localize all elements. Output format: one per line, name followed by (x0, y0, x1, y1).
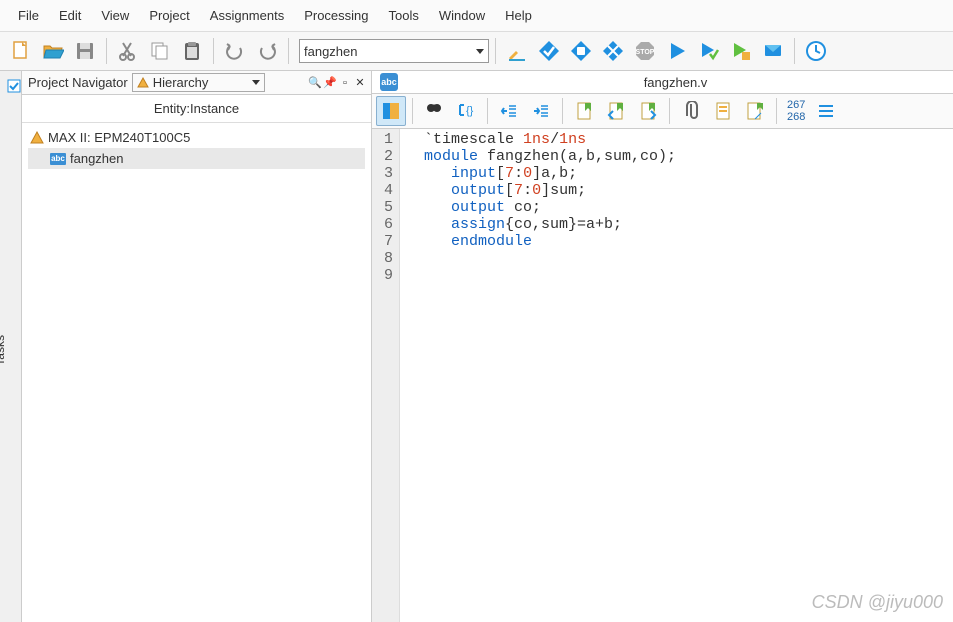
project-navigator-pane: Project Navigator Hierarchy 🔍 📌 ▫ ✕ Enti… (22, 71, 372, 622)
run-icon[interactable] (662, 36, 692, 66)
attach-icon[interactable] (676, 96, 706, 126)
search-icon[interactable]: 🔍 (308, 76, 322, 90)
menu-bar: File Edit View Project Assignments Proce… (0, 0, 953, 32)
project-navigator-title: Project Navigator (26, 73, 130, 92)
chevron-down-icon (252, 80, 260, 85)
stat-top: 267 (787, 99, 805, 111)
line-stats: 267 268 (787, 99, 805, 123)
edit-settings-icon[interactable] (502, 36, 532, 66)
separator (562, 98, 563, 124)
stat-bot: 268 (787, 111, 805, 123)
separator (412, 98, 413, 124)
menu-help[interactable]: Help (495, 4, 542, 27)
open-folder-icon[interactable] (38, 36, 68, 66)
pin-icon[interactable]: 📌 (323, 76, 337, 90)
svg-text:{}: {} (466, 105, 474, 117)
bookmark-prev-icon[interactable] (601, 96, 631, 126)
tasks-icon (7, 79, 21, 93)
close-icon[interactable]: ✕ (353, 76, 367, 90)
cut-icon[interactable] (113, 36, 143, 66)
tasks-label: Tasks (0, 335, 7, 366)
menu-project[interactable]: Project (139, 4, 199, 27)
line-gutter: 123456789 (372, 129, 400, 622)
clock-icon[interactable] (801, 36, 831, 66)
entity-label: fangzhen (70, 151, 124, 166)
paste-icon[interactable] (177, 36, 207, 66)
separator (288, 38, 289, 64)
hierarchy-icon (137, 77, 149, 89)
hierarchy-combobox[interactable]: Hierarchy (132, 73, 266, 92)
entity-icon: abc (50, 153, 66, 165)
separator (776, 98, 777, 124)
separator (106, 38, 107, 64)
code-editor[interactable]: 123456789 `timescale 1ns/1ns module fang… (372, 129, 953, 622)
entity-combobox-value: fangzhen (304, 44, 358, 59)
save-icon[interactable] (70, 36, 100, 66)
entity-instance-header: Entity:Instance (22, 95, 371, 123)
find-icon[interactable] (419, 96, 449, 126)
device-icon (30, 131, 44, 145)
watermark: CSDN @jiyu000 (812, 592, 943, 613)
entity-node[interactable]: abc fangzhen (28, 148, 365, 169)
menu-tools[interactable]: Tools (379, 4, 429, 27)
restore-icon[interactable]: ▫ (338, 76, 352, 90)
outdent-icon[interactable] (494, 96, 524, 126)
file-type-badge: abc (380, 73, 398, 91)
replace-icon[interactable]: {} (451, 96, 481, 126)
separator (794, 38, 795, 64)
message-icon[interactable] (758, 36, 788, 66)
menu-assignments[interactable]: Assignments (200, 4, 294, 27)
run-check-icon[interactable] (694, 36, 724, 66)
new-file-icon[interactable] (6, 36, 36, 66)
stop-icon[interactable]: STOP (630, 36, 660, 66)
bookmark-next-icon[interactable] (633, 96, 663, 126)
analysis-icon[interactable] (534, 36, 564, 66)
chevron-down-icon (476, 49, 484, 54)
hierarchy-label: Hierarchy (153, 75, 209, 90)
undo-icon[interactable] (220, 36, 250, 66)
editor-toolbar: {} 267 268 (372, 94, 953, 129)
project-navigator-header: Project Navigator Hierarchy 🔍 📌 ▫ ✕ (22, 71, 371, 95)
main-toolbar: fangzhen STOP (0, 32, 953, 71)
filename-label: fangzhen.v (406, 75, 945, 90)
list-icon[interactable] (811, 96, 841, 126)
hierarchy-tree: MAX II: EPM240T100C5 abc fangzhen (22, 123, 371, 173)
file-tab-bar: abc fangzhen.v (372, 71, 953, 94)
insert-template-icon[interactable] (740, 96, 770, 126)
separator (487, 98, 488, 124)
copy-icon[interactable] (145, 36, 175, 66)
tasks-tab[interactable]: Tasks (0, 71, 22, 622)
timing-icon[interactable] (598, 36, 628, 66)
menu-processing[interactable]: Processing (294, 4, 378, 27)
compile-icon[interactable] (566, 36, 596, 66)
menu-file[interactable]: File (8, 4, 49, 27)
separator (213, 38, 214, 64)
toggle-view-icon[interactable] (376, 96, 406, 126)
menu-view[interactable]: View (91, 4, 139, 27)
separator (669, 98, 670, 124)
editor-pane: abc fangzhen.v {} 267 268 (372, 71, 953, 622)
chip-planner-icon[interactable] (726, 36, 756, 66)
device-node[interactable]: MAX II: EPM240T100C5 (28, 127, 365, 148)
separator (495, 38, 496, 64)
code-area[interactable]: `timescale 1ns/1ns module fangzhen(a,b,s… (400, 129, 953, 622)
menu-window[interactable]: Window (429, 4, 495, 27)
bookmark-icon[interactable] (569, 96, 599, 126)
svg-text:STOP: STOP (636, 49, 655, 56)
entity-combobox[interactable]: fangzhen (299, 39, 489, 63)
indent-icon[interactable] (526, 96, 556, 126)
main-area: Tasks Project Navigator Hierarchy 🔍 📌 ▫ … (0, 71, 953, 622)
device-label: MAX II: EPM240T100C5 (48, 130, 190, 145)
template-icon[interactable] (708, 96, 738, 126)
pane-controls: 🔍 📌 ▫ ✕ (308, 76, 367, 90)
menu-edit[interactable]: Edit (49, 4, 91, 27)
redo-icon[interactable] (252, 36, 282, 66)
